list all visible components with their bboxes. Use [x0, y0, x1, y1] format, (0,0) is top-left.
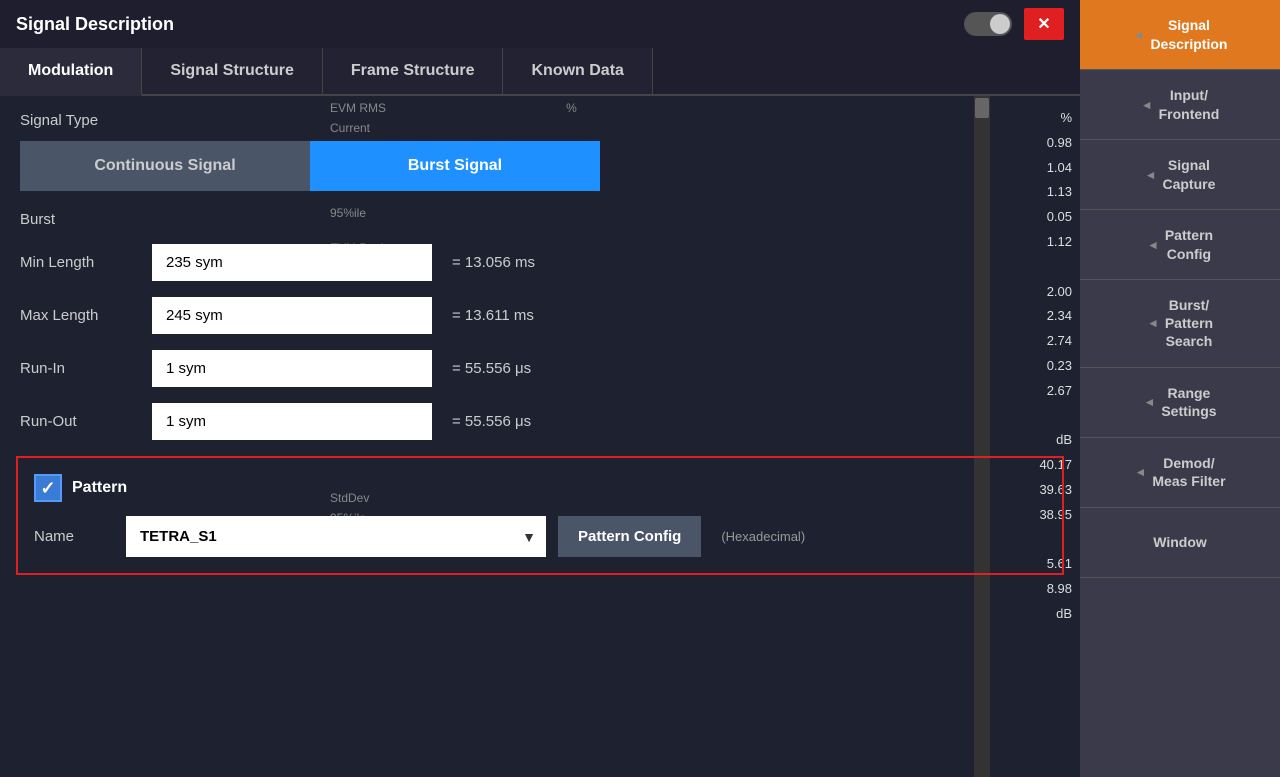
run-in-row: Run-In = 55.556 μs [20, 350, 1060, 387]
sidebar-label-signal-capture: SignalCapture [1162, 156, 1215, 192]
form-content: Signal Type Continuous Signal Burst Sign… [0, 96, 1080, 591]
sidebar-item-input-frontend[interactable]: ◄ Input/Frontend [1080, 70, 1280, 140]
max-length-value: = 13.611 ms [452, 307, 534, 324]
pattern-row: ✓ Pattern [34, 474, 1046, 502]
sidebar-label-input-frontend: Input/Frontend [1159, 86, 1220, 122]
min-length-row: Min Length = 13.056 ms [20, 244, 1060, 281]
min-length-value: = 13.056 ms [452, 254, 535, 271]
burst-section-label: Burst [20, 211, 1060, 228]
hexadecimal-label: (Hexadecimal) [721, 529, 805, 544]
sidebar-arrow-range-settings: ◄ [1143, 395, 1155, 409]
sidebar-item-window[interactable]: Window [1080, 508, 1280, 578]
right-sidebar: ◄ SignalDescription ◄ Input/Frontend ◄ S… [1080, 0, 1280, 777]
burst-signal-button[interactable]: Burst Signal [310, 141, 600, 191]
sidebar-label-burst-pattern-search: Burst/PatternSearch [1165, 296, 1213, 351]
run-in-input[interactable] [152, 350, 432, 387]
tab-frame-structure[interactable]: Frame Structure [323, 48, 504, 94]
checkbox-check-icon: ✓ [40, 478, 55, 499]
tab-bar: Modulation Signal Structure Frame Struct… [0, 48, 1080, 96]
pattern-checkbox-container: ✓ Pattern [34, 474, 127, 502]
sidebar-arrow-signal-capture: ◄ [1145, 168, 1157, 182]
run-out-label: Run-Out [20, 413, 140, 430]
sidebar-label-pattern-config: PatternConfig [1165, 226, 1213, 262]
sidebar-item-demod-meas-filter[interactable]: ◄ Demod/Meas Filter [1080, 438, 1280, 508]
sidebar-arrow-pattern-config: ◄ [1147, 238, 1159, 252]
sidebar-item-range-settings[interactable]: ◄ RangeSettings [1080, 368, 1280, 438]
min-length-label: Min Length [20, 254, 140, 271]
sidebar-arrow-signal-description: ◄ [1133, 28, 1145, 42]
signal-type-label: Signal Type [20, 112, 1060, 129]
pattern-checkbox[interactable]: ✓ [34, 474, 62, 502]
sidebar-arrow-demod-meas-filter: ◄ [1134, 465, 1146, 479]
sidebar-item-signal-description[interactable]: ◄ SignalDescription [1080, 0, 1280, 70]
min-length-input[interactable] [152, 244, 432, 281]
max-length-label: Max Length [20, 307, 140, 324]
max-length-input[interactable] [152, 297, 432, 334]
sidebar-label-demod-meas-filter: Demod/Meas Filter [1152, 454, 1225, 490]
sidebar-arrow-input-frontend: ◄ [1141, 98, 1153, 112]
name-select[interactable]: TETRA_S1 [126, 516, 546, 557]
title-controls: ✕ [964, 8, 1064, 40]
sidebar-label-window: Window [1153, 533, 1207, 551]
name-field-label: Name [34, 528, 114, 545]
close-button[interactable]: ✕ [1024, 8, 1064, 40]
dialog-title: Signal Description [16, 14, 174, 35]
sidebar-item-burst-pattern-search[interactable]: ◄ Burst/PatternSearch [1080, 280, 1280, 368]
tab-known-data[interactable]: Known Data [503, 48, 652, 94]
run-out-row: Run-Out = 55.556 μs [20, 403, 1060, 440]
continuous-signal-button[interactable]: Continuous Signal [20, 141, 310, 191]
run-out-input[interactable] [152, 403, 432, 440]
pattern-config-button[interactable]: Pattern Config [558, 516, 701, 557]
name-select-container: TETRA_S1 ▼ [126, 516, 546, 557]
title-bar: Signal Description ✕ [0, 0, 1080, 48]
sidebar-label-signal-description: SignalDescription [1150, 16, 1227, 52]
signal-type-row: Continuous Signal Burst Signal [20, 141, 600, 191]
sidebar-arrow-burst-pattern-search: ◄ [1147, 316, 1159, 330]
content-area: EVM RMS % Current 95%ile EVM Peak StdDev… [0, 96, 1080, 777]
pattern-label: Pattern [72, 479, 127, 497]
sidebar-item-signal-capture[interactable]: ◄ SignalCapture [1080, 140, 1280, 210]
tab-signal-structure[interactable]: Signal Structure [142, 48, 323, 94]
run-in-label: Run-In [20, 360, 140, 377]
max-length-row: Max Length = 13.611 ms [20, 297, 1060, 334]
sidebar-item-pattern-config[interactable]: ◄ PatternConfig [1080, 210, 1280, 280]
name-row: Name TETRA_S1 ▼ Pattern Config (Hexadeci… [34, 516, 1046, 557]
pattern-section: ✓ Pattern Name TETRA_S1 ▼ Pattern Config [16, 456, 1064, 575]
run-out-value: = 55.556 μs [452, 413, 531, 430]
toggle-switch[interactable] [964, 12, 1012, 36]
run-in-value: = 55.556 μs [452, 360, 531, 377]
tab-modulation[interactable]: Modulation [0, 48, 142, 96]
sidebar-label-range-settings: RangeSettings [1161, 384, 1216, 420]
